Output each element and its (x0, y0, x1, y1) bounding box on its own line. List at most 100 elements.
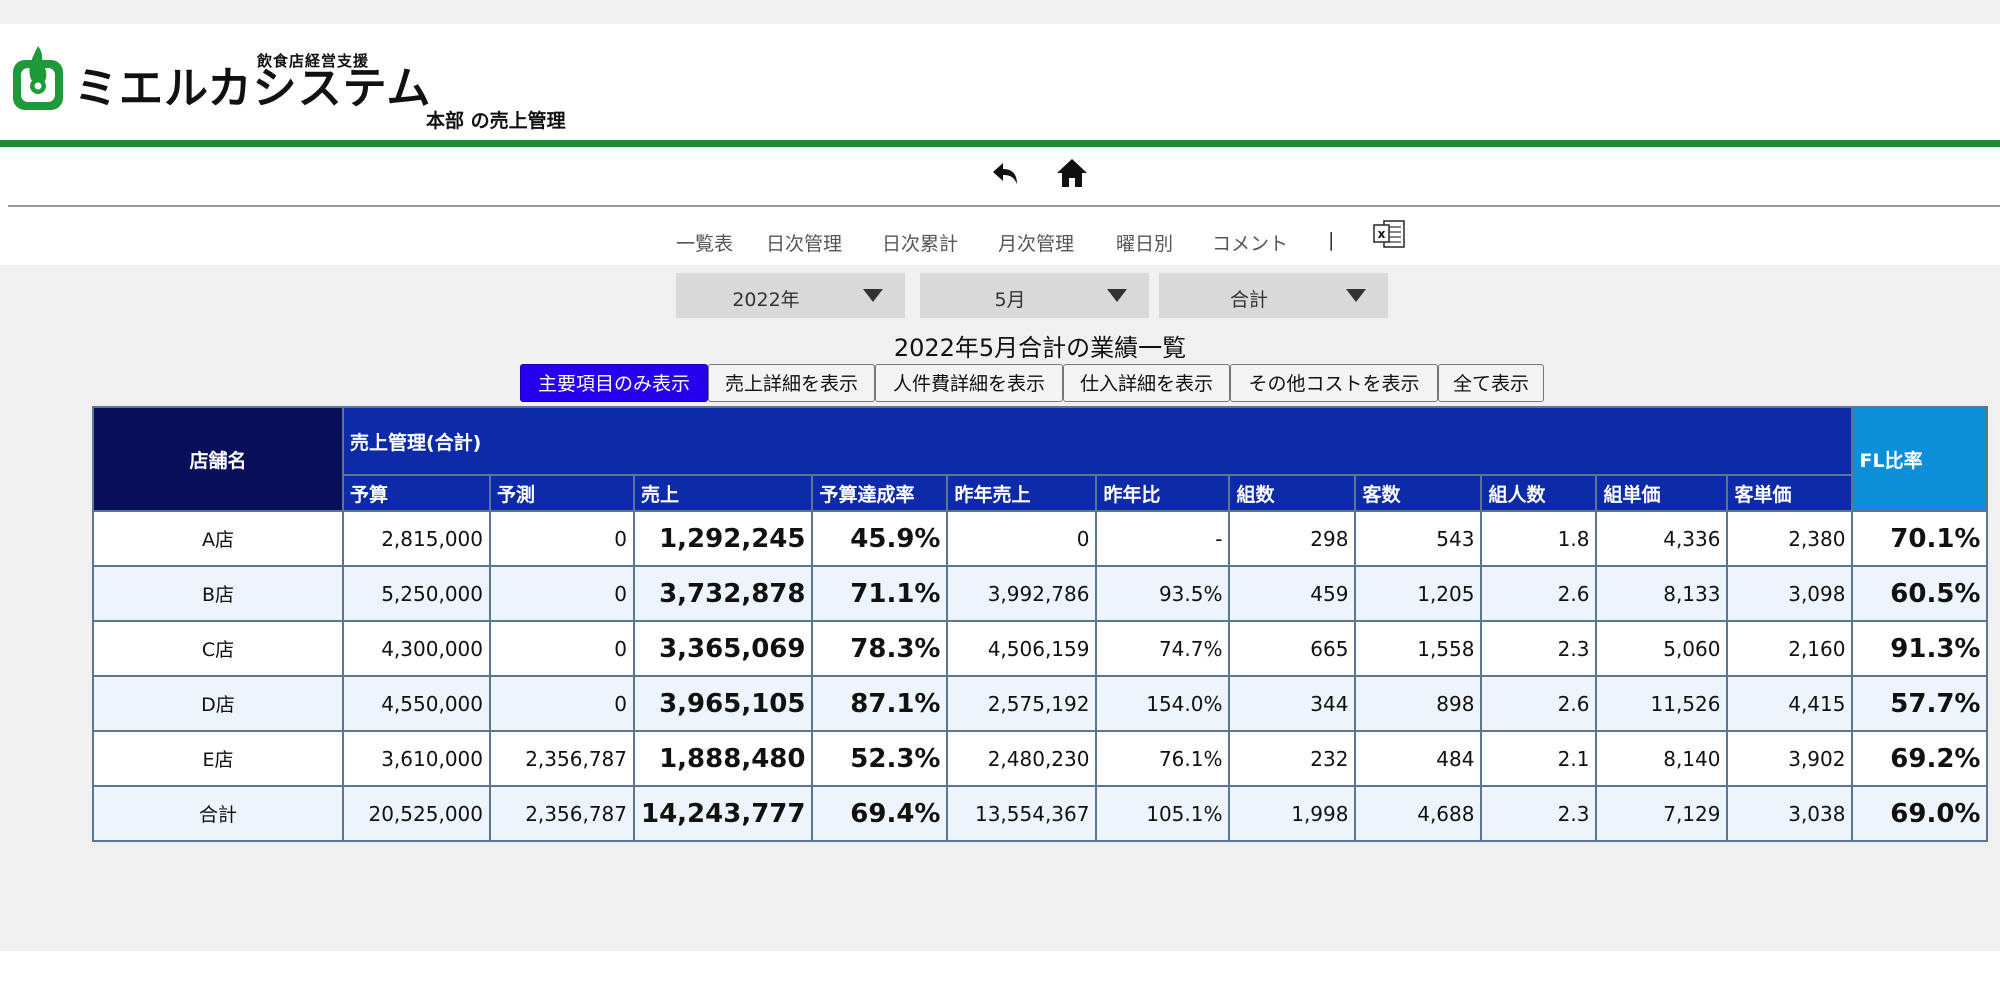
view-main-items-button[interactable]: 主要項目のみ表示 (520, 364, 708, 402)
yoy-cell: 154.0% (1095, 675, 1231, 732)
view-purchase-detail-button[interactable]: 仕入詳細を表示 (1063, 364, 1230, 402)
forecast-cell: 0 (489, 510, 635, 567)
nav-item-comment[interactable]: コメント (1212, 229, 1288, 256)
page-subtitle: 本部 の売上管理 (426, 110, 566, 132)
achievement-cell: 69.4% (811, 785, 949, 842)
chevron-down-icon (1107, 289, 1127, 302)
logo-wordmark: ミエルカシステム (74, 63, 432, 114)
home-icon[interactable] (1054, 155, 1090, 191)
customers-cell: 4,688 (1354, 785, 1483, 842)
nav-item-list[interactable]: 一覧表 (676, 229, 733, 256)
groups-cell: 344 (1228, 675, 1357, 732)
store-name-cell: E店 (92, 730, 344, 787)
budget-cell: 3,610,000 (342, 730, 491, 787)
store-name-cell: D店 (92, 675, 344, 732)
price-per-customer-cell: 3,038 (1726, 785, 1854, 842)
scope-select[interactable]: 合計 (1159, 273, 1388, 318)
view-labor-detail-button[interactable]: 人件費詳細を表示 (875, 364, 1063, 402)
view-other-cost-button[interactable]: その他コストを表示 (1230, 364, 1438, 402)
table-row: D店 4,550,000 0 3,965,105 87.1% 2,575,192… (92, 675, 1989, 732)
customers-cell: 543 (1354, 510, 1483, 567)
price-per-group-cell: 8,133 (1595, 565, 1729, 622)
persons-per-group-cell: 2.6 (1480, 565, 1598, 622)
last-year-sales-cell: 13,554,367 (946, 785, 1098, 842)
chevron-down-icon (863, 289, 883, 302)
column-header-persons-per-group: 組人数 (1480, 474, 1598, 512)
table-row: B店 5,250,000 0 3,732,878 71.1% 3,992,786… (92, 565, 1989, 622)
store-name-header: 店舗名 (92, 406, 344, 512)
sales-cell: 3,365,069 (632, 620, 814, 677)
logo-flame-icon (13, 46, 63, 110)
yoy-cell: 76.1% (1095, 730, 1231, 787)
price-per-customer-cell: 3,902 (1726, 730, 1854, 787)
table-row: A店 2,815,000 0 1,292,245 45.9% 0 - 298 5… (92, 510, 1989, 567)
year-select-value: 2022年 (732, 289, 800, 311)
price-per-customer-cell: 3,098 (1726, 565, 1854, 622)
achievement-cell: 71.1% (811, 565, 949, 622)
column-header-yoy: 昨年比 (1095, 474, 1231, 512)
store-name-cell: A店 (92, 510, 344, 567)
groups-cell: 459 (1228, 565, 1357, 622)
budget-cell: 4,300,000 (342, 620, 491, 677)
column-header-budget: 予算 (342, 474, 491, 512)
nav-bar: 一覧表 日次管理 日次累計 月次管理 曜日別 コメント | x (0, 207, 2000, 265)
price-per-group-cell: 7,129 (1595, 785, 1729, 842)
price-per-customer-cell: 2,160 (1726, 620, 1854, 677)
sales-cell: 1,888,480 (632, 730, 814, 787)
table-title: 2022年5月合計の業績一覧 (893, 334, 1187, 362)
yoy-cell: - (1095, 510, 1231, 567)
sales-cell: 14,243,777 (632, 785, 814, 842)
fl-ratio-cell: 69.0% (1851, 785, 1989, 842)
achievement-cell: 52.3% (811, 730, 949, 787)
nav-separator: | (1328, 229, 1335, 251)
persons-per-group-cell: 2.3 (1480, 785, 1598, 842)
view-sales-detail-button[interactable]: 売上詳細を表示 (708, 364, 875, 402)
fl-ratio-cell: 69.2% (1851, 730, 1989, 787)
fl-ratio-cell: 70.1% (1851, 510, 1989, 567)
logo[interactable]: 飲食店経営支援 ミエルカシステム (10, 36, 430, 116)
back-icon[interactable] (990, 157, 1024, 191)
sales-cell: 1,292,245 (632, 510, 814, 567)
achievement-cell: 78.3% (811, 620, 949, 677)
last-year-sales-cell: 3,992,786 (946, 565, 1098, 622)
last-year-sales-cell: 4,506,159 (946, 620, 1098, 677)
sales-group-header: 売上管理(合計) (341, 406, 1854, 476)
performance-table: 店舗名 売上管理(合計) FL比率 予算 予測 売上 予算達成率 昨年売上 昨年… (92, 406, 1989, 842)
chevron-down-icon (1346, 289, 1366, 302)
month-select[interactable]: 5月 (920, 273, 1149, 318)
price-per-group-cell: 8,140 (1595, 730, 1729, 787)
last-year-sales-cell: 2,480,230 (946, 730, 1098, 787)
persons-per-group-cell: 2.1 (1480, 730, 1598, 787)
column-header-price-per-customer: 客単価 (1726, 474, 1854, 512)
groups-cell: 665 (1228, 620, 1357, 677)
excel-icon[interactable]: x (1372, 219, 1406, 249)
budget-cell: 2,815,000 (342, 510, 491, 567)
fl-ratio-header: FL比率 (1851, 406, 1989, 512)
groups-cell: 232 (1228, 730, 1357, 787)
forecast-cell: 2,356,787 (489, 730, 635, 787)
yoy-cell: 74.7% (1095, 620, 1231, 677)
persons-per-group-cell: 2.6 (1480, 675, 1598, 732)
month-select-value: 5月 (994, 289, 1026, 311)
nav-item-daily-cumulative[interactable]: 日次累計 (882, 229, 958, 256)
sales-cell: 3,732,878 (632, 565, 814, 622)
nav-item-weekday[interactable]: 曜日別 (1116, 229, 1173, 256)
column-header-price-per-group: 組単価 (1595, 474, 1729, 512)
persons-per-group-cell: 1.8 (1480, 510, 1598, 567)
icon-toolbar (0, 147, 2000, 205)
forecast-cell: 2,356,787 (489, 785, 635, 842)
forecast-cell: 0 (489, 565, 635, 622)
yoy-cell: 93.5% (1095, 565, 1231, 622)
table-row-total: 合計 20,525,000 2,356,787 14,243,777 69.4%… (92, 785, 1989, 842)
view-all-button[interactable]: 全て表示 (1438, 364, 1544, 402)
nav-item-monthly[interactable]: 月次管理 (998, 229, 1074, 256)
table-row: E店 3,610,000 2,356,787 1,888,480 52.3% 2… (92, 730, 1989, 787)
customers-cell: 898 (1354, 675, 1483, 732)
green-divider (0, 140, 2000, 147)
year-select[interactable]: 2022年 (676, 273, 905, 318)
nav-item-daily[interactable]: 日次管理 (766, 229, 842, 256)
groups-cell: 298 (1228, 510, 1357, 567)
price-per-group-cell: 11,526 (1595, 675, 1729, 732)
excel-icon-label: x (1378, 227, 1386, 241)
customers-cell: 1,205 (1354, 565, 1483, 622)
